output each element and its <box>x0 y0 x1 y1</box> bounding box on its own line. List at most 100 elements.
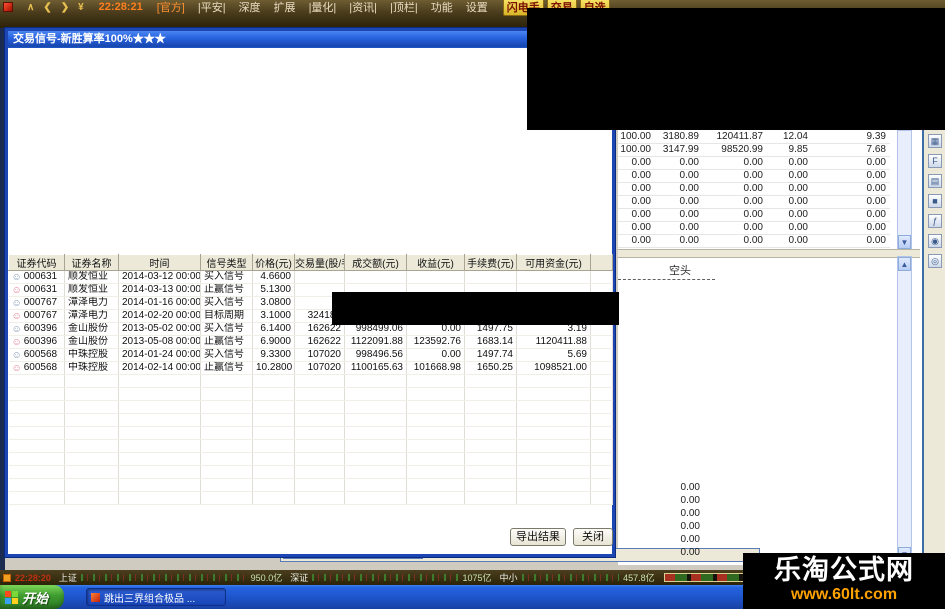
menu-item[interactable]: |资讯| <box>349 0 377 15</box>
nav-forward-icon[interactable]: ❯ <box>61 2 69 13</box>
index-label-sz[interactable]: 深证 <box>290 571 308 584</box>
dialog-titlebar[interactable]: 交易信号-新胜算率100%★★★ <box>8 31 612 48</box>
menu-item[interactable]: 功能 <box>431 0 453 15</box>
text-panel-scrollbar[interactable]: ▲ ▼ <box>897 256 912 562</box>
empty-cell <box>516 478 591 492</box>
empty-cell <box>516 465 591 479</box>
positions-row[interactable]: 0.00 0.00 0.00 0.00 0.00 <box>618 196 890 209</box>
positions-row[interactable]: 100.00 3147.99 98520.99 9.85 7.68 <box>618 144 890 157</box>
index-label-sh[interactable]: 上证 <box>59 571 77 584</box>
column-header[interactable]: 价格(元) <box>252 254 295 271</box>
positions-cell: 0.00 <box>866 157 886 168</box>
table-cell: 6.1400 <box>252 322 295 336</box>
column-header[interactable]: 成交额(元) <box>344 254 407 271</box>
empty-cell <box>64 439 119 453</box>
table-row[interactable]: ☺ 000631 顺发恒业 2014-03-12 00:00 买入信号 4.6600 <box>8 270 613 284</box>
column-header[interactable]: 收益(元) <box>406 254 465 271</box>
column-header[interactable]: 可用资金(元) <box>516 254 591 271</box>
page-icon[interactable]: ▤ <box>928 174 942 188</box>
positions-row[interactable]: 0.00 0.00 0.00 0.00 0.00 <box>618 209 890 222</box>
column-header[interactable]: 手续费(元) <box>464 254 517 271</box>
positions-cell: 120411.87 <box>716 131 763 142</box>
positions-cell: 3147.99 <box>662 144 699 155</box>
empty-row <box>8 426 613 440</box>
positions-cell: 0.00 <box>743 196 763 207</box>
market-ticks <box>80 574 247 581</box>
menu-item[interactable]: 扩展 <box>274 0 296 15</box>
smiley-icon: ☺ <box>11 311 22 322</box>
empty-cell <box>200 478 253 492</box>
index-label-zx[interactable]: 中小 <box>500 571 518 584</box>
positions-row[interactable]: 100.00 3180.89 120411.87 12.04 9.39 <box>618 131 890 144</box>
empty-cell <box>344 426 407 440</box>
empty-cell <box>406 478 465 492</box>
menu-item[interactable]: |顶栏| <box>390 0 418 15</box>
positions-cell: 0.00 <box>679 235 699 246</box>
column-header[interactable]: 信号类型 <box>200 254 253 271</box>
close-button[interactable]: 关闭 <box>573 528 613 546</box>
stop-icon[interactable]: ■ <box>928 194 942 208</box>
positions-cell: 0.00 <box>679 157 699 168</box>
scroll-up-icon[interactable]: ▲ <box>898 257 911 271</box>
positions-row[interactable]: 0.00 0.00 0.00 0.00 0.00 <box>618 235 890 248</box>
positions-cell: 0.00 <box>788 157 808 168</box>
positions-scrollbar[interactable]: ▼ <box>897 130 912 250</box>
positions-cell: 0.00 <box>679 209 699 220</box>
empty-cell <box>64 413 119 427</box>
empty-cell <box>252 426 295 440</box>
formula-icon[interactable]: ƒ <box>928 214 942 228</box>
table-cell: 1650.25 <box>464 361 517 375</box>
table-cell: 2013-05-02 00:00 <box>118 322 201 336</box>
menu-item[interactable]: 深度 <box>239 0 261 15</box>
table-cell: 3.1000 <box>252 309 295 323</box>
start-button[interactable]: 开始 <box>0 585 64 609</box>
zero-value: 0.00 <box>680 508 700 519</box>
empty-cell <box>464 374 517 388</box>
smiley-icon: ☺ <box>11 272 22 283</box>
taskbar-task-button[interactable]: 跳出三界组合极品 ... <box>86 588 226 606</box>
search-icon[interactable]: ◎ <box>928 254 942 268</box>
scroll-down-icon[interactable]: ▼ <box>898 235 911 249</box>
table-row[interactable]: ☺ 600568 中珠控股 2014-01-24 00:00 买入信号 9.3300 107… <box>8 348 613 362</box>
positions-row[interactable]: 0.00 0.00 0.00 0.00 0.00 <box>618 157 890 170</box>
empty-cell <box>252 387 295 401</box>
positions-table[interactable]: 100.00 3180.89 120411.87 12.04 9.39 100.00 314… <box>618 131 890 248</box>
index-value-zx: 457.8亿 <box>623 573 655 583</box>
menu-item[interactable]: |量化| <box>309 0 337 15</box>
positions-cell: 0.00 <box>743 170 763 181</box>
column-header[interactable]: 证券名称 <box>64 254 119 271</box>
menu-item[interactable]: [官方] <box>157 0 185 15</box>
table-row[interactable]: ☺ 600396 金山股份 2013-05-08 00:00 止赢信号 6.9000 162… <box>8 335 613 349</box>
positions-cell: 0.00 <box>679 170 699 181</box>
empty-cell <box>8 452 65 466</box>
menu-item[interactable]: |平安| <box>198 0 226 15</box>
keyboard-icon[interactable]: ▦ <box>928 134 942 148</box>
positions-cell: 0.00 <box>788 196 808 207</box>
nav-menu-icon[interactable]: ¥ <box>78 2 84 13</box>
signal-table-header[interactable]: 证券代码证券名称时间信号类型价格(元)交易量(股/手)成交额(元)收益(元)手续… <box>8 254 613 271</box>
table-cell: 4.6600 <box>252 270 295 284</box>
table-cell: 2014-01-24 00:00 <box>118 348 201 362</box>
table-row[interactable]: ☺ 600568 中珠控股 2014-02-14 00:00 止赢信号 10.2800 10… <box>8 361 613 375</box>
positions-cell: 0.00 <box>866 183 886 194</box>
code-cell: ☺ 000767 <box>8 309 65 323</box>
column-header[interactable]: 证券代码 <box>8 254 65 271</box>
positions-row[interactable]: 0.00 0.00 0.00 0.00 0.00 <box>618 170 890 183</box>
column-header[interactable]: 交易量(股/手) <box>294 254 345 271</box>
positions-row[interactable]: 0.00 0.00 0.00 0.00 0.00 <box>618 183 890 196</box>
empty-row <box>8 452 613 466</box>
empty-cell <box>516 491 591 505</box>
empty-cell <box>8 426 65 440</box>
nav-up-icon[interactable]: ∧ <box>27 2 34 13</box>
positions-cell: 0.00 <box>631 183 651 194</box>
column-header[interactable]: 时间 <box>118 254 201 271</box>
empty-cell <box>200 465 253 479</box>
export-results-button[interactable]: 导出结果 <box>510 528 566 546</box>
font-icon[interactable]: F <box>928 154 942 168</box>
table-cell: 2014-02-14 00:00 <box>118 361 201 375</box>
positions-row[interactable]: 0.00 0.00 0.00 0.00 0.00 <box>618 222 890 235</box>
refresh-icon[interactable]: ◉ <box>928 234 942 248</box>
zero-value: 0.00 <box>680 534 700 545</box>
menu-item[interactable]: 设置 <box>466 0 488 15</box>
nav-back-icon[interactable]: ❮ <box>43 2 51 13</box>
